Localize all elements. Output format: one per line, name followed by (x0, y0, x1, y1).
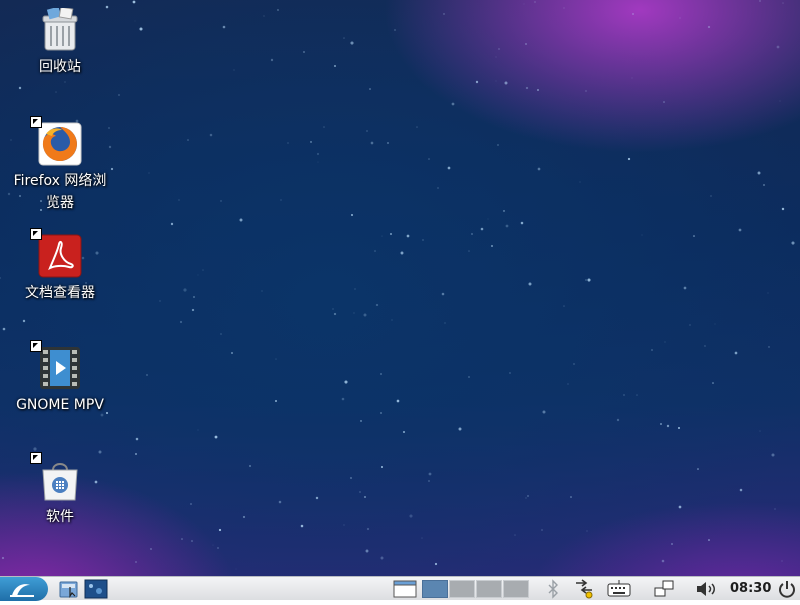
lubuntu-logo-icon (10, 584, 34, 597)
video-player-icon (30, 340, 82, 390)
workspace-3[interactable] (476, 580, 502, 598)
power-button[interactable] (777, 579, 797, 599)
display-icon (654, 580, 674, 597)
network-tray[interactable] (572, 579, 596, 599)
trash-icon (38, 6, 82, 52)
volume-tray[interactable] (694, 579, 720, 599)
desktop-icon-label: GNOME MPV (16, 397, 104, 413)
workspace-2[interactable] (449, 580, 475, 598)
window-list-button[interactable] (392, 579, 418, 599)
taskbar: 08:30 (0, 576, 800, 601)
file-manager-icon (59, 581, 78, 598)
clock[interactable]: 08:30 (730, 580, 771, 598)
shortcut-arrow-icon (30, 340, 42, 352)
firefox-icon (30, 116, 82, 166)
desktop-icon-trash[interactable]: 回收站 (10, 6, 110, 78)
file-manager-launcher[interactable] (58, 579, 80, 599)
desktop-icon-software[interactable]: 软件 (10, 452, 110, 528)
shortcut-arrow-icon (30, 452, 42, 464)
keyboard-tray[interactable] (606, 579, 632, 599)
desktop-icon (84, 579, 108, 599)
desktop-icon-firefox[interactable]: Firefox 网络浏览器 (10, 116, 110, 214)
workspace-4[interactable] (503, 580, 529, 598)
volume-icon (697, 582, 715, 596)
desktop-icon-label: 文档查看器 (25, 285, 95, 301)
network-icon (576, 579, 593, 599)
keyboard-icon (607, 580, 631, 597)
starfield-background (0, 0, 795, 570)
shortcut-arrow-icon (30, 116, 42, 128)
desktop-icon-label: 软件 (46, 509, 74, 525)
bluetooth-tray[interactable] (545, 579, 561, 599)
software-bag-icon (30, 452, 82, 502)
desktop-icon-label: 回收站 (39, 59, 81, 75)
display-tray[interactable] (652, 579, 676, 599)
bluetooth-icon (548, 579, 558, 599)
desktop: 回收站 Firefox 网络浏览器 文档查看器 GNOME MPV 软件 (0, 0, 800, 576)
shortcut-arrow-icon (30, 228, 42, 240)
window-list-icon (393, 580, 417, 598)
desktop-icon-gnome-mpv[interactable]: GNOME MPV (10, 340, 110, 416)
desktop-icon-label: Firefox 网络浏览器 (13, 173, 107, 211)
start-menu-button[interactable] (0, 577, 48, 601)
show-desktop-button[interactable] (84, 579, 108, 599)
workspace-1[interactable] (422, 580, 448, 598)
desktop-icon-document-viewer[interactable]: 文档查看器 (10, 228, 110, 304)
power-icon (779, 581, 795, 598)
pdf-viewer-icon (30, 228, 82, 278)
